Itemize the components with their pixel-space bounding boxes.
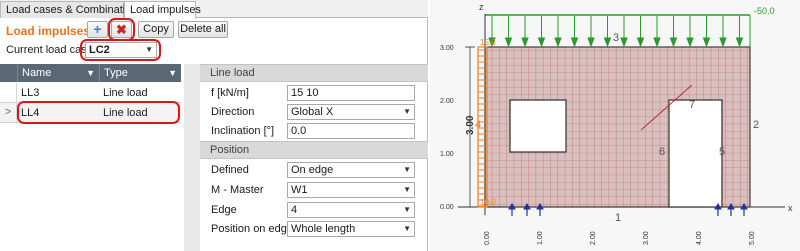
load-arrowhead bbox=[636, 37, 645, 48]
tab-load-cases-combinations[interactable]: Load cases & Combinations bbox=[0, 1, 143, 18]
edge-label-7: 7 bbox=[689, 99, 695, 111]
column-name-label: Name bbox=[22, 67, 52, 79]
load-arrowhead bbox=[620, 37, 628, 48]
edge-select[interactable]: 4 ▼ bbox=[287, 202, 415, 218]
plus-icon: + bbox=[93, 21, 102, 37]
load-arrowhead bbox=[669, 37, 678, 48]
table-row[interactable]: LL3 Line load bbox=[0, 83, 181, 103]
load-arrowhead bbox=[504, 37, 513, 48]
chevron-down-icon: ▼ bbox=[403, 165, 411, 174]
edge-label: Edge bbox=[211, 204, 237, 216]
x-tick: 0.00 bbox=[484, 231, 491, 245]
edge-label-3: 3 bbox=[613, 32, 619, 44]
load-arrowhead bbox=[686, 37, 694, 48]
copy-button[interactable]: Copy bbox=[138, 21, 174, 38]
edge-label-6: 6 bbox=[659, 146, 665, 158]
row-type: Line load bbox=[103, 87, 148, 99]
y-tick: 0.00 bbox=[440, 204, 454, 211]
chevron-down-icon: ▼ bbox=[403, 185, 411, 194]
y-tick: 2.00 bbox=[440, 98, 454, 105]
row-name: LL3 bbox=[21, 87, 40, 99]
drawing-canvas[interactable]: -50.0 z x 15.0 10.0 3.00 3.00 2.00 1.00 … bbox=[430, 0, 800, 251]
top-load-value: -50.0 bbox=[754, 6, 775, 16]
load-bottom-label: 10.0 bbox=[480, 198, 496, 207]
column-header-name[interactable]: Name ▼ bbox=[17, 64, 99, 82]
inclination-field[interactable]: 0.0 bbox=[287, 123, 415, 139]
load-impulses-panel: Load cases & Combinations Load impulses … bbox=[0, 0, 428, 251]
edge-label-5: 5 bbox=[719, 146, 725, 158]
filter-icon[interactable]: ▼ bbox=[86, 64, 95, 82]
master-select[interactable]: W1 ▼ bbox=[287, 182, 415, 198]
load-arrowhead bbox=[719, 37, 727, 48]
load-arrowhead bbox=[537, 37, 546, 48]
list-header-marker bbox=[0, 64, 17, 82]
edge-label-2: 2 bbox=[753, 119, 759, 131]
defined-label: Defined bbox=[211, 164, 249, 176]
add-load-button[interactable]: + bbox=[87, 21, 108, 38]
edge-label-4: 4 bbox=[475, 119, 481, 131]
load-arrowhead bbox=[653, 37, 661, 48]
filter-icon[interactable]: ▼ bbox=[168, 64, 177, 82]
tab-bar: Load cases & Combinations Load impulses bbox=[0, 0, 428, 19]
load-arrowhead bbox=[735, 37, 744, 48]
f-label: f [kN/m] bbox=[211, 87, 249, 99]
chevron-down-icon: ▼ bbox=[403, 224, 411, 233]
window-opening[interactable] bbox=[509, 99, 567, 153]
inclination-label: Inclination [°] bbox=[211, 125, 275, 137]
x-tick: 2.00 bbox=[590, 231, 597, 245]
tab-load-impulses[interactable]: Load impulses bbox=[124, 1, 201, 19]
defined-value: On edge bbox=[291, 164, 334, 176]
property-gutter bbox=[184, 64, 200, 251]
edge-label-1: 1 bbox=[615, 212, 621, 224]
direction-select[interactable]: Global X ▼ bbox=[287, 104, 415, 120]
load-arrowhead bbox=[603, 37, 612, 48]
column-header-type[interactable]: Type ▼ bbox=[99, 64, 181, 82]
load-arrowhead bbox=[570, 37, 579, 48]
wall-model-view[interactable]: -50.0 z x 15.0 10.0 3.00 3.00 2.00 1.00 … bbox=[430, 0, 800, 251]
master-label: M - Master bbox=[211, 184, 264, 196]
x-tick: 5.00 bbox=[749, 231, 756, 245]
panel-title: Load impulses bbox=[6, 24, 91, 38]
f-value-field[interactable]: 15 10 bbox=[287, 85, 415, 101]
direction-label: Direction bbox=[211, 106, 255, 118]
row-marker: > bbox=[0, 103, 17, 123]
edge-value: 4 bbox=[291, 204, 298, 216]
y-tick: 1.00 bbox=[440, 151, 454, 158]
direction-value: Global X bbox=[291, 106, 334, 118]
delete-all-button[interactable]: Delete all bbox=[178, 21, 228, 38]
chevron-down-icon: ▼ bbox=[403, 107, 411, 116]
position-section-header[interactable]: Position bbox=[200, 141, 428, 159]
column-type-label: Type bbox=[104, 67, 128, 79]
position-on-edge-label: Position on edge bbox=[211, 223, 293, 235]
load-top-label: 15.0 bbox=[480, 38, 496, 47]
selected-row-highlight bbox=[17, 101, 180, 124]
z-axis-label: z bbox=[479, 2, 484, 12]
delete-button-highlight bbox=[108, 18, 135, 41]
master-value: W1 bbox=[291, 184, 308, 196]
line-load-section-header[interactable]: Line load bbox=[200, 64, 428, 82]
x-tick: 4.00 bbox=[696, 231, 703, 245]
door-opening[interactable] bbox=[668, 99, 723, 208]
x-axis-label: x bbox=[788, 203, 793, 213]
load-arrowhead bbox=[702, 37, 711, 48]
load-case-highlight bbox=[80, 39, 161, 61]
x-tick: 1.00 bbox=[537, 231, 544, 245]
y-tick: 3.00 bbox=[440, 45, 454, 52]
load-arrowhead bbox=[554, 37, 562, 48]
row-marker bbox=[0, 83, 17, 103]
position-on-edge-value: Whole length bbox=[291, 223, 356, 235]
chevron-down-icon: ▼ bbox=[403, 205, 411, 214]
defined-select[interactable]: On edge ▼ bbox=[287, 162, 415, 178]
x-tick: 3.00 bbox=[643, 231, 650, 245]
load-arrowhead bbox=[587, 37, 595, 48]
load-arrowhead bbox=[521, 37, 529, 48]
position-on-edge-select[interactable]: Whole length ▼ bbox=[287, 221, 415, 237]
